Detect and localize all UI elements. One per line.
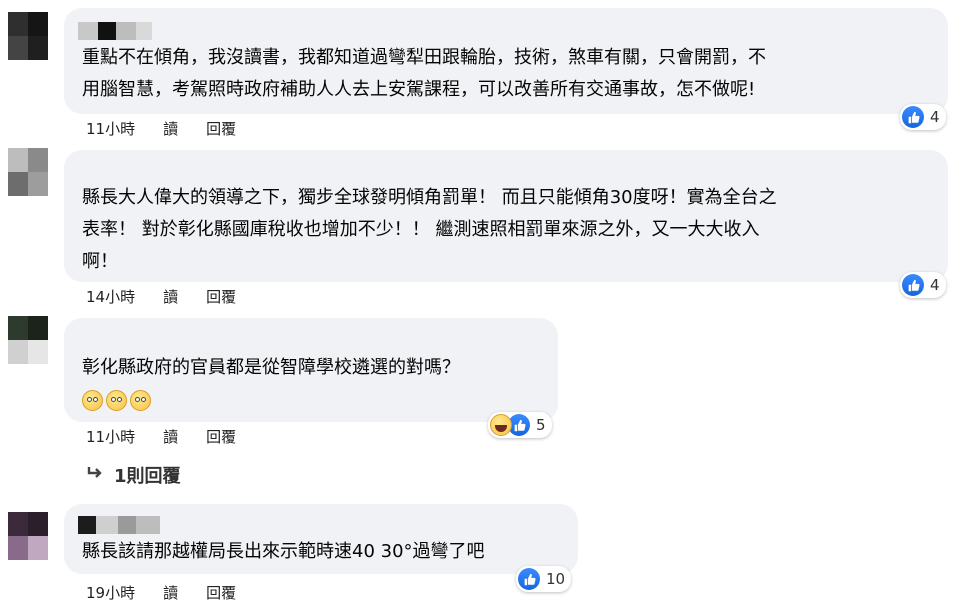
reaction-number: 5 xyxy=(536,416,546,434)
comment-actions: 11小時 讀 回覆 xyxy=(86,426,236,447)
avatar[interactable] xyxy=(8,12,48,60)
reply-link[interactable]: 回覆 xyxy=(206,582,236,603)
eye-roll-emoji xyxy=(130,390,151,411)
comment-line: 彰化縣政府的官員都是從智障學校遴選的對嗎？ xyxy=(82,357,460,378)
reaction-number: 4 xyxy=(930,108,940,126)
read-link[interactable]: 讀 xyxy=(163,118,178,139)
commenter-name-blurred[interactable] xyxy=(78,22,152,40)
comment-time[interactable]: 11小時 xyxy=(86,118,135,139)
comment-line: 縣長該請那越權局長出來示範時速40 30°過彎了吧 xyxy=(82,541,485,562)
comment-text: 彰化縣政府的官員都是從智障學校遴選的對嗎？ xyxy=(82,352,540,384)
comment-time[interactable]: 14小時 xyxy=(86,286,135,307)
commenter-name-blurred[interactable] xyxy=(78,516,160,534)
comment-time[interactable]: 19小時 xyxy=(86,582,135,603)
emoji-row xyxy=(82,390,151,411)
reaction-count[interactable]: 4 xyxy=(900,104,946,130)
reply-link[interactable]: 回覆 xyxy=(206,426,236,447)
comment-actions: 11小時 讀 回覆 xyxy=(86,118,236,139)
reply-link[interactable]: 回覆 xyxy=(206,286,236,307)
reaction-count[interactable]: 10 xyxy=(516,566,572,592)
thumbs-up-icon xyxy=(902,106,924,128)
comment-bubble: 縣長該請那越權局長出來示範時速40 30°過彎了吧 xyxy=(64,504,578,574)
comment-line: 重點不在傾角，我沒讀書，我都知道過彎犁田跟輪胎，技術，煞車有關，只會開罰，不 xyxy=(82,47,766,68)
read-link[interactable]: 讀 xyxy=(163,286,178,307)
read-link[interactable]: 讀 xyxy=(163,582,178,603)
comment-bubble: 縣長大人偉大的領導之下，獨步全球發明傾角罰單！ 而且只能傾角30度呀！實為全台之… xyxy=(64,150,948,282)
comment-actions: 14小時 讀 回覆 xyxy=(86,286,236,307)
thumbs-up-icon xyxy=(518,568,540,590)
reaction-count[interactable]: 5 xyxy=(488,412,552,438)
thumbs-up-icon xyxy=(902,274,924,296)
reply-arrow-icon xyxy=(86,465,104,486)
comment-line: 表率！ 對於彰化縣國庫稅收也增加不少！！ 繼測速照相罰單來源之外，又一大大收入 xyxy=(82,219,760,240)
comment-time[interactable]: 11小時 xyxy=(86,426,135,447)
comment-text: 縣長該請那越權局長出來示範時速40 30°過彎了吧 xyxy=(82,536,560,568)
reaction-number: 10 xyxy=(546,570,566,588)
avatar[interactable] xyxy=(8,512,48,560)
comment-bubble: 重點不在傾角，我沒讀書，我都知道過彎犁田跟輪胎，技術，煞車有關，只會開罰，不 用… xyxy=(64,8,948,114)
comment-text: 縣長大人偉大的領導之下，獨步全球發明傾角罰單！ 而且只能傾角30度呀！實為全台之… xyxy=(82,182,930,278)
comment-text: 重點不在傾角，我沒讀書，我都知道過彎犁田跟輪胎，技術，煞車有關，只會開罰，不 用… xyxy=(82,42,930,106)
comment-line: 啊！ xyxy=(82,251,118,272)
view-replies-button[interactable]: 1則回覆 xyxy=(86,462,181,488)
comment-actions: 19小時 讀 回覆 xyxy=(86,582,236,603)
read-link[interactable]: 讀 xyxy=(163,426,178,447)
reaction-count[interactable]: 4 xyxy=(900,272,946,298)
eye-roll-emoji xyxy=(82,390,103,411)
eye-roll-emoji xyxy=(106,390,127,411)
comment-bubble: 彰化縣政府的官員都是從智障學校遴選的對嗎？ xyxy=(64,318,558,422)
comment-line: 用腦智慧，考駕照時政府補助人人去上安駕課程，可以改善所有交通事故，怎不做呢! xyxy=(82,79,756,100)
haha-icon xyxy=(490,414,512,436)
reply-count-label: 1則回覆 xyxy=(114,466,181,487)
reply-link[interactable]: 回覆 xyxy=(206,118,236,139)
reaction-number: 4 xyxy=(930,276,940,294)
avatar[interactable] xyxy=(8,316,48,364)
comment-line: 縣長大人偉大的領導之下，獨步全球發明傾角罰單！ 而且只能傾角30度呀！實為全台之 xyxy=(82,187,777,208)
avatar[interactable] xyxy=(8,148,48,196)
